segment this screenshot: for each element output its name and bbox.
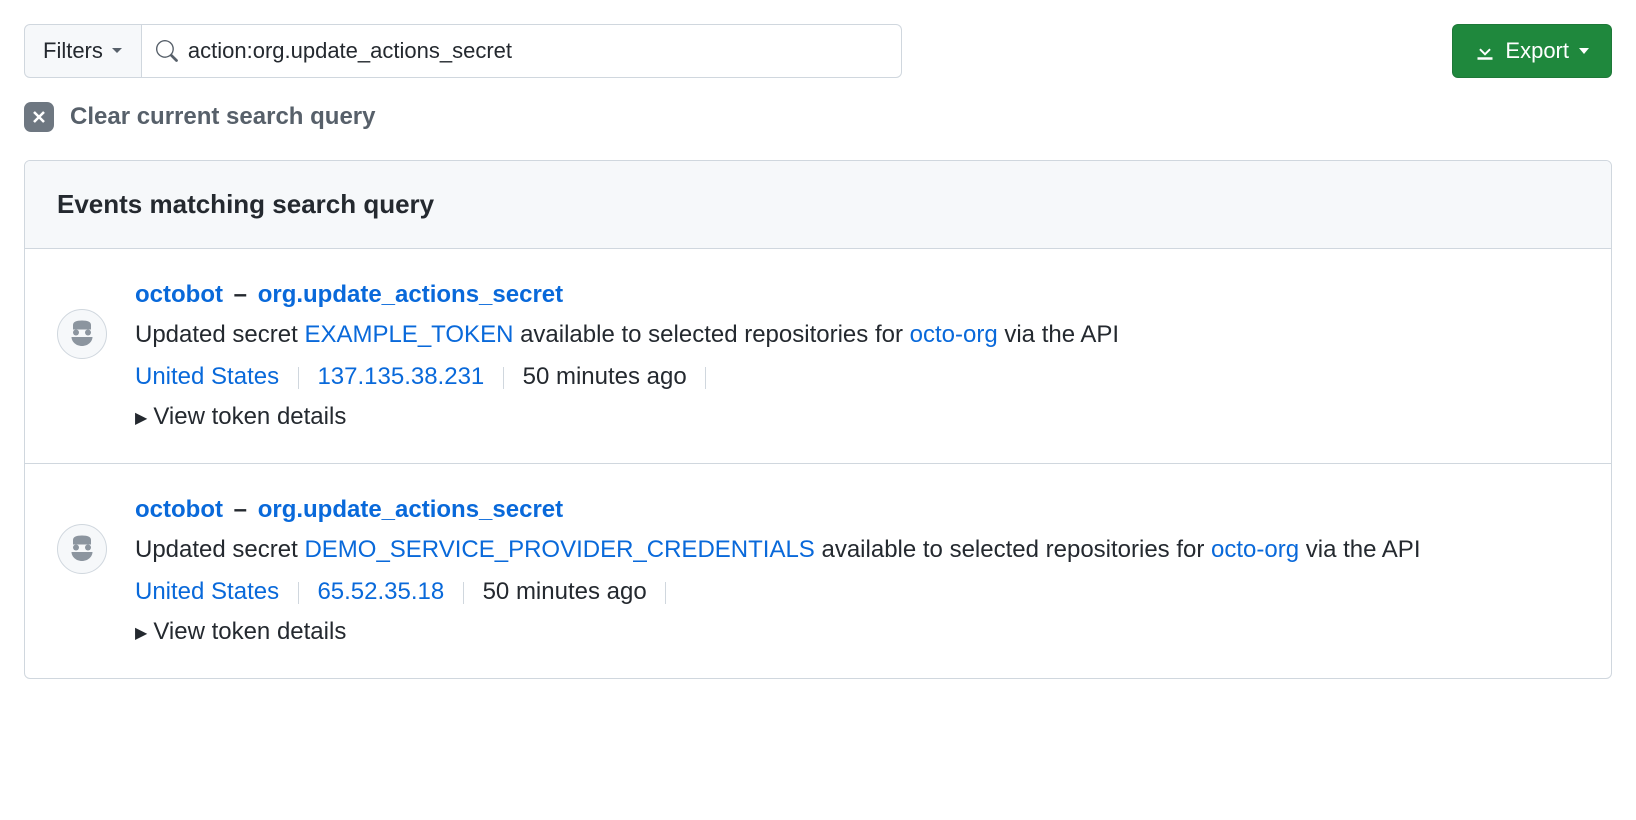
clear-search-label[interactable]: Clear current search query	[70, 103, 375, 131]
event-body: octobot – org.update_actions_secret Upda…	[135, 281, 1579, 431]
title-dash: –	[234, 496, 247, 523]
secret-link[interactable]: DEMO_SERVICE_PROVIDER_CREDENTIALS	[304, 536, 814, 563]
meta-sep	[298, 582, 299, 604]
chevron-down-icon	[111, 47, 123, 55]
desc-suffix: via the API	[1299, 536, 1420, 563]
avatar[interactable]	[57, 524, 107, 574]
export-button[interactable]: Export	[1452, 24, 1612, 78]
results-header: Events matching search query	[25, 161, 1611, 249]
close-icon	[31, 109, 47, 125]
secret-link[interactable]: EXAMPLE_TOKEN	[304, 321, 513, 348]
actor-link[interactable]: octobot	[135, 496, 223, 523]
location-link[interactable]: United States	[135, 363, 279, 390]
clear-search-row: Clear current search query	[24, 102, 1612, 132]
caret-down-icon	[1579, 48, 1589, 54]
event-row: octobot – org.update_actions_secret Upda…	[25, 249, 1611, 464]
details-label: View token details	[153, 618, 346, 645]
location-link[interactable]: United States	[135, 578, 279, 605]
action-link[interactable]: org.update_actions_secret	[258, 496, 563, 523]
event-title: octobot – org.update_actions_secret	[135, 496, 1579, 524]
title-dash: –	[234, 281, 247, 308]
export-label: Export	[1505, 38, 1569, 64]
meta-sep	[705, 367, 706, 389]
event-meta: United States 137.135.38.231 50 minutes …	[135, 363, 1579, 391]
search-icon	[156, 40, 178, 62]
view-token-details-toggle[interactable]: ▶ View token details	[135, 618, 1579, 646]
meta-sep	[463, 582, 464, 604]
event-meta: United States 65.52.35.18 50 minutes ago	[135, 578, 1579, 606]
ip-link[interactable]: 65.52.35.18	[317, 578, 444, 605]
desc-mid: available to selected repositories for	[815, 536, 1211, 563]
timestamp: 50 minutes ago	[523, 363, 687, 390]
meta-sep	[298, 367, 299, 389]
search-input[interactable]	[188, 38, 887, 64]
octobot-icon	[64, 316, 100, 352]
octobot-icon	[64, 531, 100, 567]
filters-label: Filters	[43, 38, 103, 64]
event-row: octobot – org.update_actions_secret Upda…	[25, 464, 1611, 678]
results-panel: Events matching search query octobot – o…	[24, 160, 1612, 679]
event-title: octobot – org.update_actions_secret	[135, 281, 1579, 309]
event-description: Updated secret EXAMPLE_TOKEN available t…	[135, 317, 1579, 353]
clear-search-button[interactable]	[24, 102, 54, 132]
disclosure-triangle-icon: ▶	[135, 408, 147, 428]
search-field-wrap[interactable]	[142, 24, 902, 78]
download-icon	[1475, 41, 1495, 61]
timestamp: 50 minutes ago	[483, 578, 647, 605]
desc-prefix: Updated secret	[135, 321, 304, 348]
details-label: View token details	[153, 403, 346, 430]
org-link[interactable]: octo-org	[1211, 536, 1299, 563]
disclosure-triangle-icon: ▶	[135, 623, 147, 643]
desc-mid: available to selected repositories for	[513, 321, 909, 348]
event-body: octobot – org.update_actions_secret Upda…	[135, 496, 1579, 646]
view-token-details-toggle[interactable]: ▶ View token details	[135, 403, 1579, 431]
ip-link[interactable]: 137.135.38.231	[317, 363, 484, 390]
action-link[interactable]: org.update_actions_secret	[258, 281, 563, 308]
filters-button[interactable]: Filters	[24, 24, 142, 78]
event-description: Updated secret DEMO_SERVICE_PROVIDER_CRE…	[135, 532, 1579, 568]
desc-prefix: Updated secret	[135, 536, 304, 563]
toolbar: Filters Export	[24, 24, 1612, 78]
meta-sep	[503, 367, 504, 389]
desc-suffix: via the API	[998, 321, 1119, 348]
avatar[interactable]	[57, 309, 107, 359]
actor-link[interactable]: octobot	[135, 281, 223, 308]
org-link[interactable]: octo-org	[910, 321, 998, 348]
meta-sep	[665, 582, 666, 604]
